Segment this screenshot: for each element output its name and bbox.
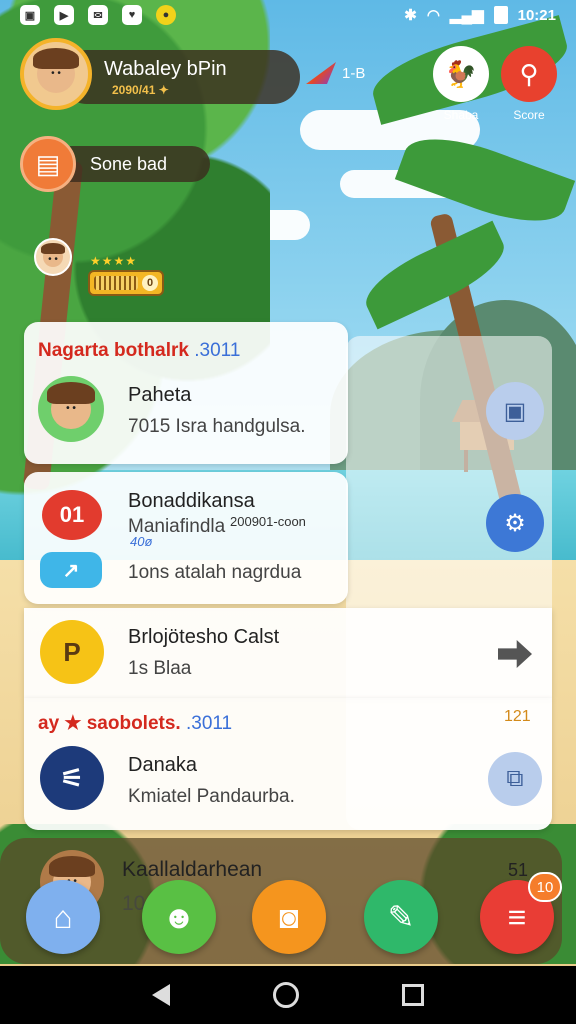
pin-icon: ⚲ (501, 46, 557, 102)
nav-chat-button[interactable]: ✎ (364, 880, 438, 954)
friend-name: Kaallaldarhean (122, 858, 263, 881)
row-small-text-2: 40ø (130, 534, 153, 549)
row-small-text: 200901-coon (230, 514, 306, 529)
home-circle-icon[interactable] (272, 982, 299, 1008)
photo-button[interactable]: ▣ (486, 382, 544, 440)
trend-icon: ↗ (40, 552, 102, 588)
nav-profile-button[interactable]: ☻ (142, 880, 216, 954)
level-bar: 0 (88, 270, 164, 296)
row-subtitle: 1s Blaa (128, 658, 192, 679)
row-title: Danaka (128, 754, 197, 776)
swoosh-icon (306, 62, 336, 84)
settings-button[interactable]: ⚙ (486, 494, 544, 552)
level-bar-fill (94, 276, 138, 290)
card-header-accent: .3011 (185, 713, 233, 734)
card-brlojotesho[interactable]: P Brlojötesho Calst 1s Blaa (24, 608, 552, 698)
profile-header[interactable]: Wabaley bPin 2090/41 ✦ (20, 38, 300, 110)
profile-name: Wabaley bPin (104, 58, 227, 80)
shaba-label: Shaba (443, 108, 479, 122)
battery-icon (493, 6, 508, 24)
friend-count: 51 (507, 860, 528, 880)
profile-avatar[interactable] (20, 38, 92, 110)
p-badge-icon: P (40, 620, 104, 684)
card-header-text: Nagarta bothalrk (38, 340, 189, 361)
level-value: 0 (142, 275, 158, 291)
logo-text: 1-B (342, 64, 366, 82)
card-saobolets[interactable]: ay ★ saobolets. .3011 121 ⚟ Danaka Kmiat… (24, 698, 552, 830)
bluetooth-icon: ✱ (404, 7, 417, 24)
score-label: Score (513, 108, 545, 122)
nav-home-button[interactable]: ⌂ (26, 880, 100, 954)
camera-icon: ◙ (279, 898, 299, 935)
score-button[interactable]: ⚲ Score (500, 46, 558, 122)
profile-subtitle: 2090/41 ✦ (112, 83, 169, 97)
recent-apps-icon[interactable] (402, 984, 425, 1006)
nav-camera-button[interactable]: ◙ (252, 880, 326, 954)
scoreboard-label: Sone bad (90, 154, 168, 174)
scoreboard-icon: ▤ (20, 136, 76, 192)
heart-icon: ♥ (122, 5, 142, 25)
row-bottom-text: 1ons atalah nagrdua (128, 562, 302, 583)
avatar (38, 376, 104, 442)
row-title: Paheta (128, 384, 192, 406)
row-subtitle: 7015 Isra handgulsa. (128, 416, 306, 437)
card-bonaddikansa[interactable]: 01 ↗ Bonaddikansa Maniafindla 200901-coo… (24, 472, 348, 604)
arrow-right-icon[interactable] (498, 640, 532, 668)
copy-button[interactable]: ⧉ (488, 752, 542, 806)
wifi-icon: ◠ (426, 7, 440, 24)
back-icon[interactable] (151, 984, 170, 1006)
circle-icon: ● (156, 5, 176, 25)
system-nav-bar (0, 966, 576, 1024)
card-nagarta[interactable]: Nagarta bothalrk .3011 Paheta 7015 Isra … (24, 322, 348, 464)
shaba-button[interactable]: 🐓 Shaba (432, 46, 490, 122)
image-icon: ▣ (20, 5, 40, 25)
card-count: 121 (504, 708, 531, 725)
row-subtitle: Kmiatel Pandaurba. (128, 786, 295, 807)
profile-icon: ☻ (162, 898, 196, 935)
menu-icon: ≡ (507, 898, 527, 935)
card-header: ay ★ saobolets. .3011 (38, 712, 232, 735)
row-title: Brlojötesho Calst (128, 626, 280, 648)
rating-stars: ★★★★ (90, 254, 138, 268)
screw-icon: ⚟ (40, 746, 104, 810)
card-header-text: ay ★ saobolets. (38, 713, 181, 734)
signal-icon: ▂▄▆ (449, 7, 484, 24)
mini-avatar[interactable] (34, 238, 72, 276)
chat-icon: ✎ (387, 899, 415, 935)
card-header: Nagarta bothalrk .3011 (38, 340, 240, 362)
scoreboard-button[interactable]: ▤ Sone bad (20, 136, 210, 192)
youtube-icon: ▶ (54, 5, 74, 25)
status-bar: ▣ ▶ ✉ ♥ ● ✱ ◠ ▂▄▆ 10:21 (0, 0, 576, 30)
home-icon: ⌂ (53, 898, 73, 935)
chicken-icon: 🐓 (433, 46, 489, 102)
header-logo: 1-B (306, 62, 365, 84)
messenger-icon: ✉ (88, 5, 108, 25)
card-header-accent: .3011 (194, 340, 241, 361)
counter-icon: 01 (42, 490, 102, 540)
notification-badge: 10 (528, 872, 562, 902)
status-time: 10:21 (517, 6, 556, 24)
row-title: Bonaddikansa (128, 490, 255, 512)
